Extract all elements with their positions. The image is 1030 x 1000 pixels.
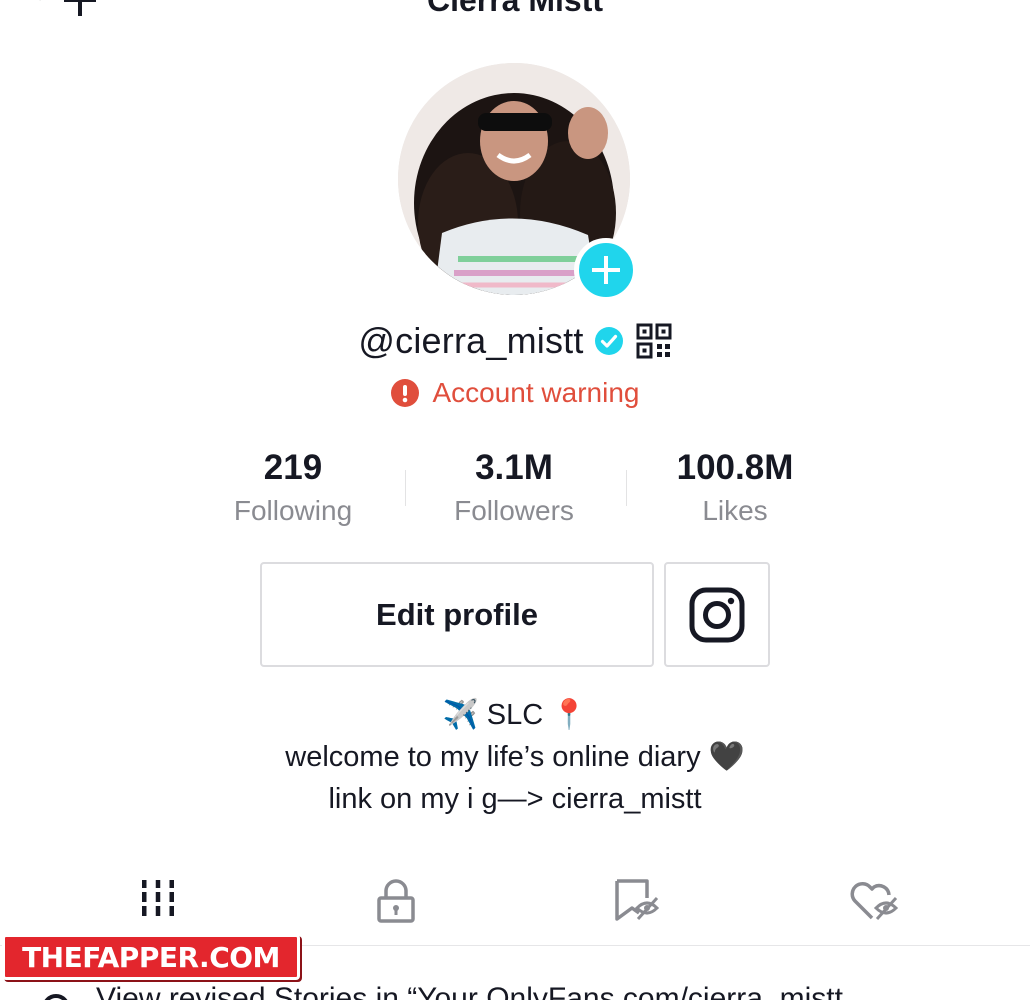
warning-text: Account warning xyxy=(432,377,640,408)
tab-private[interactable] xyxy=(267,866,524,942)
stories-notice[interactable]: View revised Stories in “Your OnlyFans.c… xyxy=(36,982,1026,1000)
tab-videos[interactable] xyxy=(29,866,286,942)
stat-followers[interactable]: 3.1M Followers xyxy=(404,446,624,530)
edit-profile-button[interactable]: Edit profile xyxy=(260,562,654,667)
warning-icon xyxy=(391,379,420,407)
following-count: 219 xyxy=(263,448,323,487)
handle-row: @cierra_mistt xyxy=(0,318,1030,364)
add-story-button[interactable] xyxy=(574,238,638,302)
likes-label: Likes xyxy=(702,495,768,526)
add-user-button[interactable] xyxy=(34,0,100,20)
bookmark-hidden-icon xyxy=(614,879,659,921)
add-user-icon xyxy=(64,0,96,16)
username: @cierra_mistt xyxy=(358,320,584,361)
plus-icon xyxy=(592,256,620,284)
following-label: Following xyxy=(233,495,353,526)
account-warning[interactable]: Account warning xyxy=(0,375,1030,411)
stat-following[interactable]: 219 Following xyxy=(183,446,403,530)
verified-icon xyxy=(594,327,623,355)
lock-icon xyxy=(376,879,415,923)
profile-title[interactable]: Cierra Mistt xyxy=(330,0,700,19)
tab-favorites[interactable] xyxy=(507,866,764,942)
tab-liked[interactable] xyxy=(745,866,1002,942)
bio-line-1: ✈️ SLC 📍 xyxy=(442,699,588,731)
bio-line-3[interactable]: link on my i g—> cierra_mistt xyxy=(0,778,1030,820)
instagram-icon xyxy=(689,587,745,643)
menu-button[interactable] xyxy=(936,0,990,14)
watermark: THEFAPPER.COM xyxy=(2,934,300,980)
stories-notice-text: View revised Stories in “Your OnlyFans.c… xyxy=(96,982,843,1000)
bio-line-2: welcome to my life’s online diary 🖤 xyxy=(285,741,745,773)
followers-label: Followers xyxy=(454,495,574,526)
stat-likes[interactable]: 100.8M Likes xyxy=(625,446,845,530)
settings-icon xyxy=(44,994,68,1000)
content-tabs xyxy=(0,866,1030,942)
qr-code-icon[interactable] xyxy=(636,323,672,359)
instagram-button[interactable] xyxy=(664,562,770,667)
followers-count: 3.1M xyxy=(475,448,553,487)
top-bar: Cierra Mistt xyxy=(0,0,1030,30)
likes-count: 100.8M xyxy=(676,448,794,487)
heart-hidden-icon xyxy=(850,882,898,921)
grid-icon xyxy=(141,880,174,916)
